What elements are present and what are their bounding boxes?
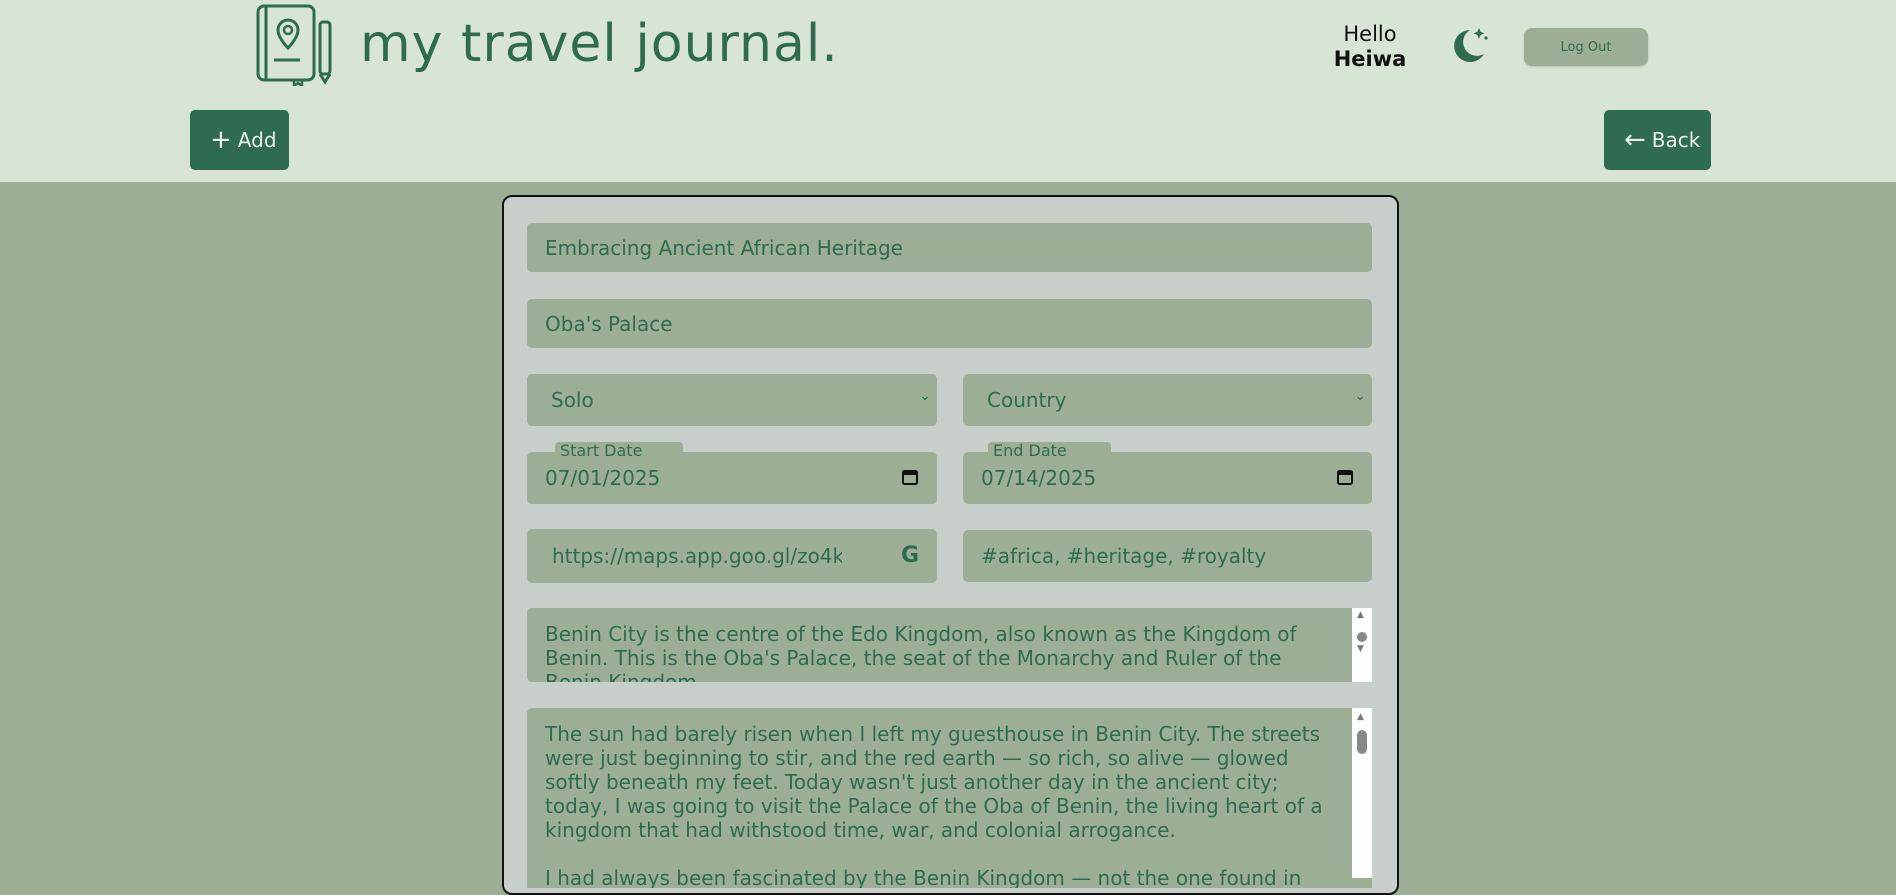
country-select[interactable]: Country ⌄ [963, 374, 1372, 426]
title-input[interactable]: Embracing Ancient African Heritage [527, 223, 1372, 272]
add-label: Add [237, 128, 277, 152]
description-scrollbar[interactable]: ▲ ▼ [1352, 608, 1372, 682]
map-link-input[interactable]: https://maps.app.goo.gl/zo4k G [527, 529, 937, 583]
calendar-icon[interactable] [1336, 468, 1354, 486]
story-paragraph: I had always been fascinated by the Beni… [545, 866, 1302, 888]
greeting-text: Hello [1343, 22, 1397, 46]
end-date-value: 07/14/2025 [981, 466, 1097, 490]
country-value: Country [987, 388, 1067, 412]
username: Heiwa [1333, 47, 1407, 71]
start-date-label: Start Date [555, 442, 683, 460]
end-date-label: End Date [988, 442, 1111, 460]
tags-input[interactable]: #africa, #heritage, #royalty [963, 530, 1372, 582]
dark-mode-moon-icon[interactable] [1446, 24, 1490, 68]
calendar-icon[interactable] [901, 468, 919, 486]
story-paragraph: The sun had barely risen when I left my … [545, 722, 1323, 842]
google-icon[interactable]: G [901, 543, 919, 568]
back-label: Back [1651, 128, 1701, 152]
chevron-down-icon: ⌄ [919, 388, 931, 404]
user-greeting: Hello Heiwa [1300, 22, 1440, 72]
chevron-down-icon: ⌄ [1354, 388, 1366, 404]
back-button[interactable]: ← Back [1604, 110, 1711, 170]
map-link-value: https://maps.app.goo.gl/zo4k [552, 544, 842, 568]
scroll-up-icon[interactable]: ▲ [1357, 610, 1364, 620]
logout-button[interactable]: Log Out [1524, 28, 1648, 66]
description-textarea[interactable]: Benin City is the centre of the Edo King… [527, 608, 1372, 682]
story-scrollbar[interactable]: ▲ [1352, 708, 1372, 878]
travel-type-value: Solo [551, 388, 594, 412]
scroll-thumb[interactable] [1357, 632, 1367, 642]
scroll-up-icon[interactable]: ▲ [1357, 712, 1364, 722]
travel-type-select[interactable]: Solo ⌄ [527, 374, 937, 426]
location-input[interactable]: Oba's Palace [527, 299, 1372, 348]
arrow-left-icon: ← [1624, 125, 1646, 155]
plus-icon: + [210, 125, 232, 155]
header: my travel journal. Hello Heiwa Log Out +… [0, 0, 1896, 182]
brand-title: my travel journal. [360, 14, 839, 74]
story-textarea[interactable]: The sun had barely risen when I left my … [527, 708, 1372, 888]
add-button[interactable]: + Add [190, 110, 289, 170]
journal-logo-icon [256, 4, 332, 86]
start-date-value: 07/01/2025 [545, 466, 661, 490]
scroll-down-icon[interactable]: ▼ [1357, 644, 1364, 654]
scroll-thumb[interactable] [1357, 730, 1367, 754]
